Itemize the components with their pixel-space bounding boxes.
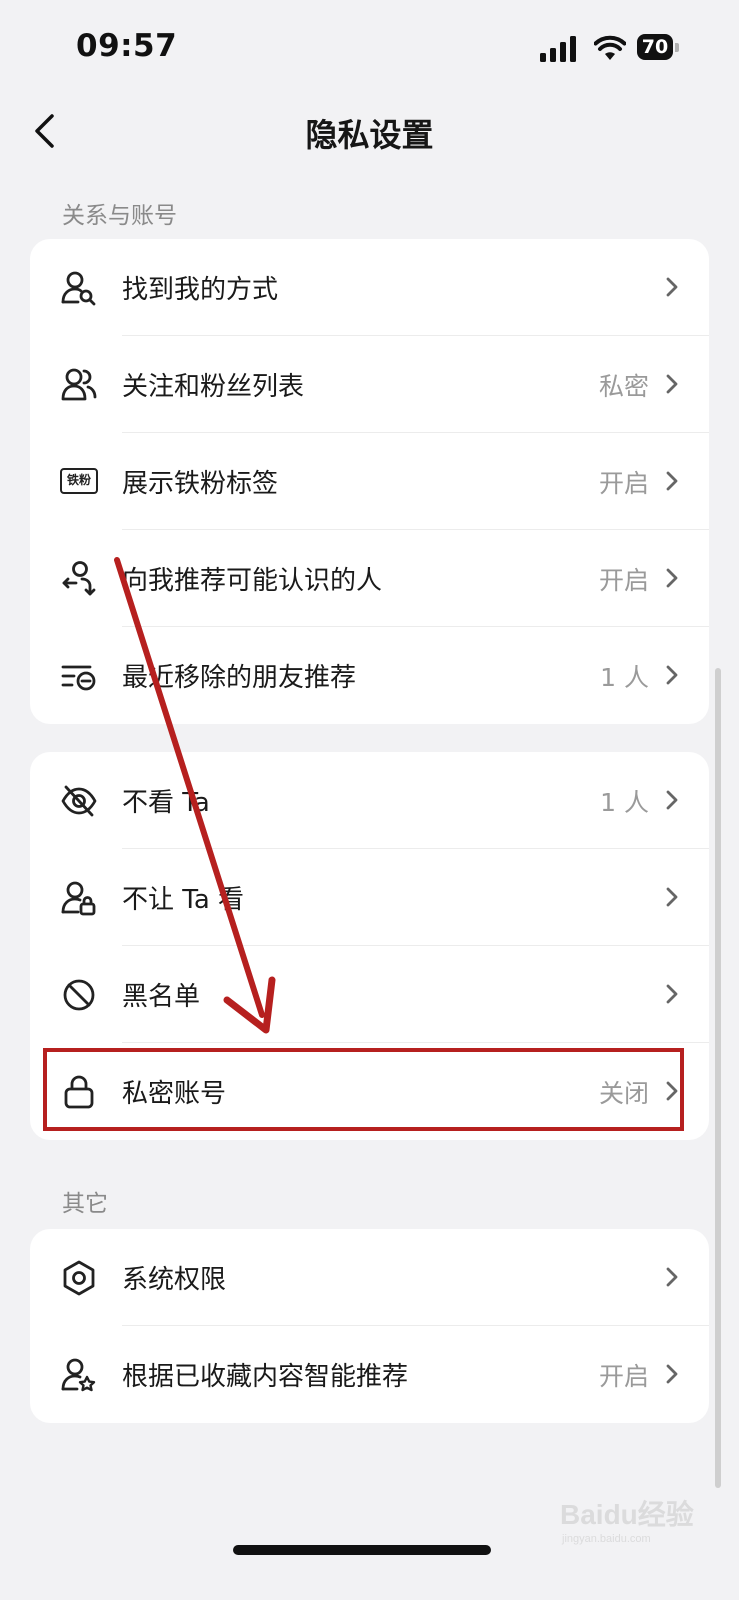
row-label: 不让 Ta 看 xyxy=(122,885,245,915)
settings-row-blacklist[interactable]: 黑名单 xyxy=(30,946,709,1043)
row-label: 系统权限 xyxy=(122,1265,227,1295)
chevron-right-icon xyxy=(666,277,678,297)
watermark-text: Baidu经验 xyxy=(560,1498,694,1530)
nav-bar: 隐私设置 xyxy=(0,95,739,165)
row-value: 1 人 xyxy=(600,663,649,692)
block-icon xyxy=(63,979,95,1011)
card-relations: 找到我的方式 关注和粉丝列表 私密 铁粉 展示铁粉标签 开启 向我推荐可能认识的… xyxy=(30,239,709,724)
settings-row-hide-from-me[interactable]: 不看 Ta 1 人 xyxy=(30,752,709,849)
fan-badge-text: 铁粉 xyxy=(66,473,91,487)
settings-row-fan-badge[interactable]: 铁粉 展示铁粉标签 开启 xyxy=(30,433,709,530)
hexagon-settings-icon xyxy=(63,1260,95,1296)
row-label: 黑名单 xyxy=(122,982,201,1012)
row-value: 私密 xyxy=(598,372,649,401)
row-label: 最近移除的朋友推荐 xyxy=(122,663,357,693)
chevron-right-icon xyxy=(666,790,678,810)
row-value: 开启 xyxy=(598,1362,649,1391)
user-lock-icon xyxy=(61,881,96,916)
row-label: 根据已收藏内容智能推荐 xyxy=(122,1362,409,1392)
user-search-icon xyxy=(61,271,96,306)
users-icon xyxy=(61,368,97,401)
annotation-highlight-box xyxy=(43,1048,684,1131)
baidu-jingyan-watermark: Baidu经验 jingyan.baidu.com xyxy=(560,1498,694,1545)
watermark-subtext: jingyan.baidu.com xyxy=(561,1533,651,1545)
section-label-other: 其它 xyxy=(62,1191,108,1217)
user-star-icon xyxy=(61,1358,96,1392)
row-label: 不看 Ta xyxy=(122,788,210,818)
page-title: 隐私设置 xyxy=(305,116,434,154)
section-label-relations: 关系与账号 xyxy=(62,203,177,229)
row-label: 关注和粉丝列表 xyxy=(122,372,305,402)
cellular-signal-icon xyxy=(540,36,576,62)
fan-badge-icon: 铁粉 xyxy=(60,468,98,494)
row-value: 1 人 xyxy=(600,788,649,817)
row-label: 找到我的方式 xyxy=(122,275,279,305)
row-label: 向我推荐可能认识的人 xyxy=(122,566,383,596)
wifi-icon xyxy=(594,35,626,60)
recommend-people-icon xyxy=(62,561,96,596)
row-value: 开启 xyxy=(598,566,649,595)
scrollbar[interactable] xyxy=(715,668,721,1488)
chevron-right-icon xyxy=(666,984,678,1004)
settings-row-smart-recommend[interactable]: 根据已收藏内容智能推荐 开启 xyxy=(30,1326,709,1423)
chevron-right-icon xyxy=(666,1364,678,1384)
row-value: 开启 xyxy=(598,469,649,498)
chevron-right-icon xyxy=(666,887,678,907)
removed-list-icon xyxy=(61,665,96,691)
eye-off-icon xyxy=(61,785,97,817)
row-label: 展示铁粉标签 xyxy=(122,469,279,499)
status-bar: 09:57 70 xyxy=(0,0,739,90)
battery-level: 70 xyxy=(637,34,673,60)
chevron-right-icon xyxy=(666,374,678,394)
chevron-right-icon xyxy=(666,471,678,491)
status-time: 09:57 xyxy=(76,28,178,64)
settings-row-recommend-people[interactable]: 向我推荐可能认识的人 开启 xyxy=(30,530,709,627)
chevron-right-icon xyxy=(666,1267,678,1287)
card-other: 系统权限 根据已收藏内容智能推荐 开启 xyxy=(30,1229,709,1423)
settings-row-find-me[interactable]: 找到我的方式 xyxy=(30,239,709,336)
settings-row-system-permissions[interactable]: 系统权限 xyxy=(30,1229,709,1326)
settings-row-removed-recommendations[interactable]: 最近移除的朋友推荐 1 人 xyxy=(30,627,709,724)
settings-row-hide-from-them[interactable]: 不让 Ta 看 xyxy=(30,849,709,946)
settings-row-follow-list[interactable]: 关注和粉丝列表 私密 xyxy=(30,336,709,433)
battery-icon: 70 xyxy=(637,34,679,62)
chevron-right-icon xyxy=(666,665,678,685)
chevron-right-icon xyxy=(666,568,678,588)
home-indicator[interactable] xyxy=(233,1545,491,1555)
